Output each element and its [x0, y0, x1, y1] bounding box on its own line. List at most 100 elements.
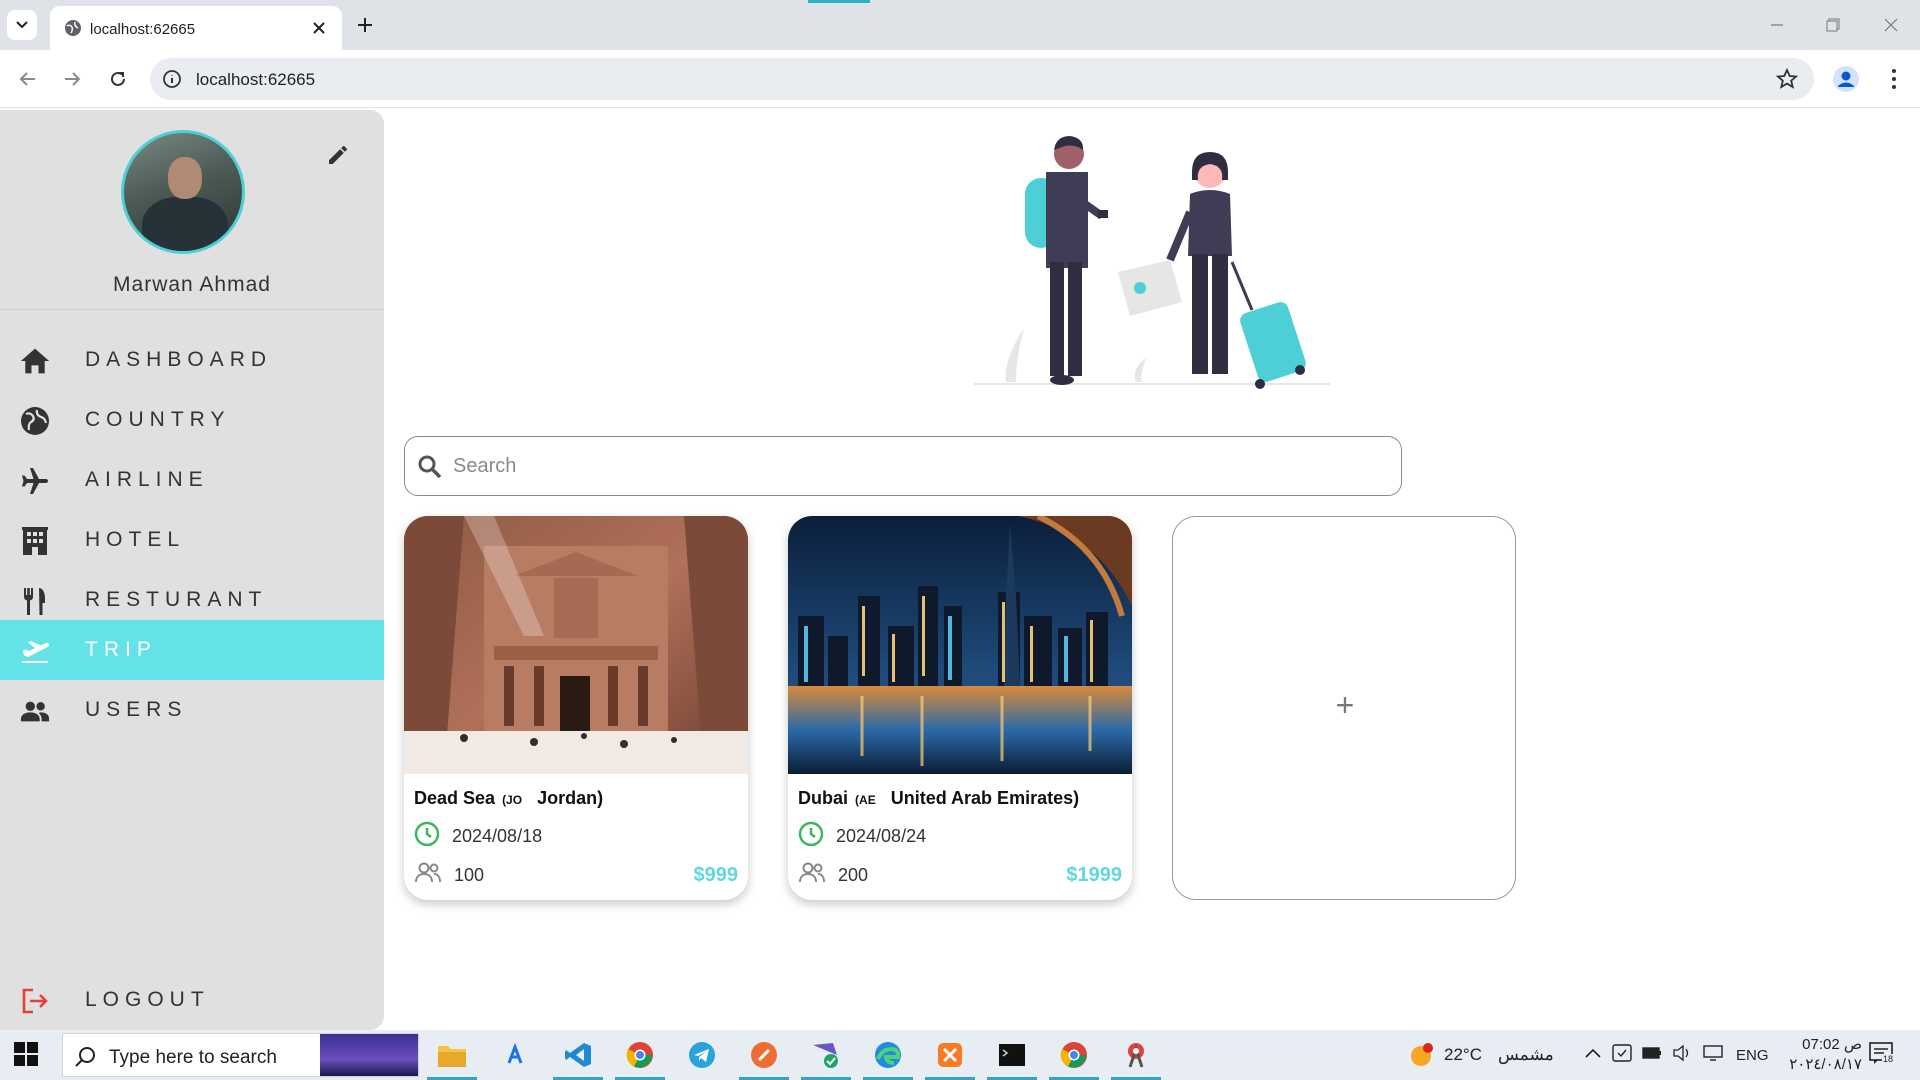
folder-icon [438, 1046, 466, 1067]
taskbar-search-box[interactable]: Type here to search [62, 1033, 419, 1077]
sidebar-item-trip[interactable]: TRIP [0, 620, 384, 680]
tab-title: localhost:62665 [90, 21, 196, 38]
search-input[interactable] [453, 449, 1353, 483]
trip-city: Dead Sea [414, 788, 496, 808]
trip-title: Dubai (AE United Arab Emirates) [798, 788, 1079, 809]
vpn-app[interactable] [801, 1038, 851, 1080]
browser-tab[interactable]: localhost:62665 [50, 6, 342, 50]
user-name: Marwan Ahmad [113, 273, 271, 296]
weather-widget[interactable]: 22°C مشمس [1408, 1030, 1554, 1080]
trip-people-row: 200 [798, 862, 868, 888]
browser-tab-strip: localhost:62665 [0, 0, 1920, 50]
avatar-head [168, 157, 202, 199]
avatar-body [142, 197, 228, 251]
trip-card[interactable]: Dubai (AE United Arab Emirates) 2024/08/… [788, 516, 1132, 900]
trip-country: Jordan) [537, 788, 604, 808]
sidebar-item-label: AIRLINE [85, 468, 209, 491]
edit-profile-button[interactable] [323, 140, 353, 170]
sidebar-item-hotel[interactable]: HOTEL [0, 510, 384, 570]
tab-search-button[interactable] [7, 10, 37, 40]
restaurant-icon [20, 586, 50, 616]
arrow-right-icon [65, 72, 81, 86]
android-studio-app[interactable] [1111, 1038, 1161, 1080]
sidebar-item-label: RESTURANT [85, 588, 268, 611]
profile-button[interactable] [1832, 65, 1860, 98]
add-trip-card[interactable]: + [1172, 516, 1516, 900]
tray-app-icon[interactable] [1612, 1043, 1632, 1067]
restore-button[interactable] [1820, 12, 1846, 38]
vscode-app[interactable] [553, 1038, 603, 1080]
language-indicator[interactable]: ENG [1736, 1030, 1769, 1080]
browser-menu-button[interactable] [1880, 65, 1908, 98]
search-bar[interactable] [404, 436, 1402, 496]
bookmark-star-icon[interactable] [1775, 67, 1799, 95]
trip-city: Dubai [798, 788, 849, 808]
avatar[interactable] [121, 130, 245, 254]
chrome-app[interactable] [615, 1038, 665, 1080]
windows-start-icon[interactable] [14, 1042, 38, 1071]
trip-card[interactable]: Dead Sea (JO Jordan) 2024/08/18 100 $999 [404, 516, 748, 900]
chevron-up-icon[interactable] [1584, 1046, 1602, 1065]
logout-button[interactable]: LOGOUT [0, 970, 384, 1030]
terminal-app[interactable] [987, 1038, 1037, 1080]
home-icon [20, 346, 50, 376]
sidebar-item-users[interactable]: USERS [0, 680, 384, 740]
address-bar[interactable]: localhost:62665 [150, 58, 1814, 100]
airplane-icon [20, 466, 50, 496]
trip-people-row: 100 [414, 862, 484, 888]
sidebar-item-country[interactable]: COUNTRY [0, 390, 384, 450]
minimize-button[interactable] [1764, 12, 1790, 38]
reload-button[interactable] [104, 65, 132, 93]
logout-label: LOGOUT [85, 988, 210, 1011]
weather-sun-icon [1408, 1042, 1434, 1068]
file-explorer-app[interactable] [427, 1038, 477, 1080]
weather-temp: 22°C [1444, 1045, 1482, 1064]
trip-people-count: 200 [838, 864, 869, 885]
volume-icon[interactable] [1672, 1044, 1692, 1067]
postman-app[interactable] [739, 1038, 789, 1080]
chevron-down-icon [16, 21, 28, 29]
kebab-menu-icon [1892, 69, 1896, 89]
xampp-app[interactable] [925, 1038, 975, 1080]
clock-icon [798, 821, 824, 852]
trip-date: 2024/08/24 [836, 825, 927, 846]
clock-date: ٢٠٢٤/٠٨/١٧ [1789, 1056, 1862, 1073]
hotel-icon [20, 526, 50, 556]
edge-app[interactable] [863, 1038, 913, 1080]
battery-icon[interactable] [1642, 1046, 1662, 1065]
sidebar-item-dashboard[interactable]: DASHBOARD [0, 330, 384, 390]
sidebar-item-label: TRIP [85, 638, 157, 661]
back-button[interactable] [14, 65, 42, 93]
weather-text: مشمس [1497, 1045, 1554, 1064]
close-window-button[interactable] [1878, 12, 1904, 38]
trip-date-row: 2024/08/24 [798, 821, 927, 852]
chrome-icon [1060, 1042, 1087, 1068]
browser-toolbar: localhost:62665 [0, 50, 1920, 108]
clock-time: 07:02 ص [1802, 1036, 1862, 1053]
pencil-icon [329, 146, 347, 164]
loading-indicator [808, 0, 870, 3]
trip-date: 2024/08/18 [452, 825, 543, 846]
telegram-app[interactable] [684, 1038, 720, 1072]
close-icon[interactable] [308, 17, 330, 39]
clock[interactable]: 07:02 ص ٢٠٢٤/٠٨/١٧ [1782, 1030, 1862, 1080]
android-studio-icon [1128, 1043, 1144, 1068]
telegram-icon [689, 1042, 715, 1068]
info-icon[interactable] [162, 69, 182, 94]
plus-icon [358, 18, 372, 32]
trip-country: United Arab Emirates) [890, 788, 1080, 808]
sidebar-item-airline[interactable]: AIRLINE [0, 450, 384, 510]
notification-center-button[interactable]: 18 [1868, 1030, 1896, 1080]
network-icon[interactable] [1702, 1044, 1724, 1067]
new-tab-button[interactable] [352, 12, 378, 38]
users-icon [414, 862, 442, 889]
chrome-app-2[interactable] [1049, 1038, 1099, 1080]
search-icon [75, 1046, 97, 1073]
language-label: ENG [1736, 1046, 1769, 1064]
app-store-app[interactable] [497, 1038, 533, 1072]
forward-button[interactable] [58, 65, 86, 93]
app-a-icon [502, 1042, 528, 1068]
system-tray-icons [1584, 1030, 1724, 1080]
clock-icon [414, 821, 440, 852]
taskbar-search-placeholder: Type here to search [109, 1047, 277, 1068]
